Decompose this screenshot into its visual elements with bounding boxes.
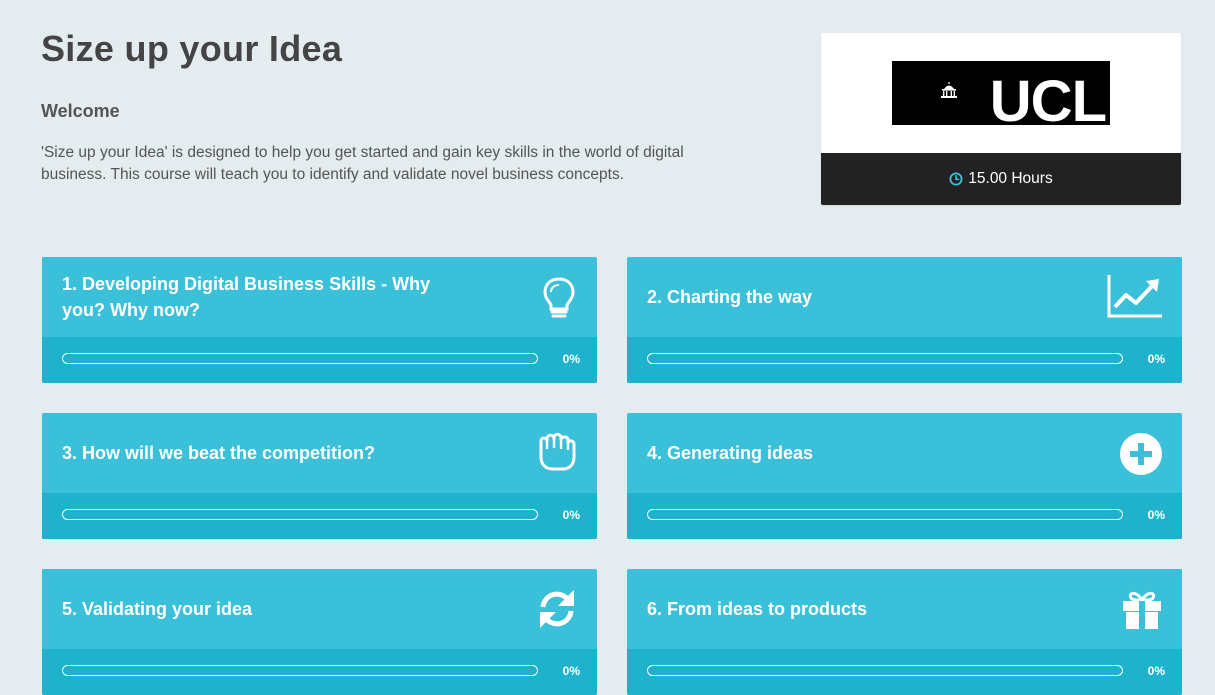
progress-bar [62, 353, 538, 364]
welcome-heading: Welcome [41, 101, 120, 121]
progress-percent: 0% [1147, 664, 1165, 678]
module-title[interactable]: 4. Generating ideas [647, 440, 1047, 466]
progress-bar [62, 665, 538, 676]
progress-bar [647, 665, 1123, 676]
module-title[interactable]: 6. From ideas to products [647, 596, 1047, 622]
module-title[interactable]: 5. Validating your idea [62, 596, 462, 622]
module-card-2[interactable]: 2. Charting the way 0% [627, 257, 1182, 383]
progress-bar [647, 509, 1123, 520]
lightbulb-icon [539, 275, 579, 326]
course-description: 'Size up your Idea' is designed to help … [41, 144, 684, 183]
line-chart-icon [1106, 273, 1164, 324]
refresh-icon [535, 587, 579, 636]
progress-bar [647, 353, 1123, 364]
page-title: Size up your Idea [41, 28, 343, 69]
module-card-4[interactable]: 4. Generating ideas 0% [627, 413, 1182, 539]
progress-percent: 0% [562, 508, 580, 522]
module-title[interactable]: 1. Developing Digital Business Skills - … [62, 271, 462, 323]
plus-circle-icon [1119, 432, 1163, 481]
portico-icon [941, 82, 957, 98]
duration-text: 15.00 Hours [968, 170, 1053, 187]
module-card-5[interactable]: 5. Validating your idea 0% [42, 569, 597, 695]
logo-text: UCL [989, 69, 1107, 134]
module-card-1[interactable]: 1. Developing Digital Business Skills - … [42, 257, 597, 383]
progress-bar [62, 509, 538, 520]
progress-percent: 0% [562, 352, 580, 366]
module-title[interactable]: 3. How will we beat the competition? [62, 440, 462, 466]
course-card: UCL 15.00 Hours [821, 33, 1181, 205]
gift-icon [1120, 587, 1164, 636]
progress-percent: 0% [1147, 508, 1165, 522]
module-card-6[interactable]: 6. From ideas to products 0% [627, 569, 1182, 695]
progress-percent: 0% [562, 664, 580, 678]
module-title[interactable]: 2. Charting the way [647, 284, 1047, 310]
ucl-logo: UCL [892, 61, 1110, 134]
duration-bar: 15.00 Hours [821, 153, 1181, 205]
progress-percent: 0% [1147, 352, 1165, 366]
module-card-3[interactable]: 3. How will we beat the competition? 0% [42, 413, 597, 539]
fist-icon [535, 431, 579, 478]
clock-icon [949, 172, 963, 186]
